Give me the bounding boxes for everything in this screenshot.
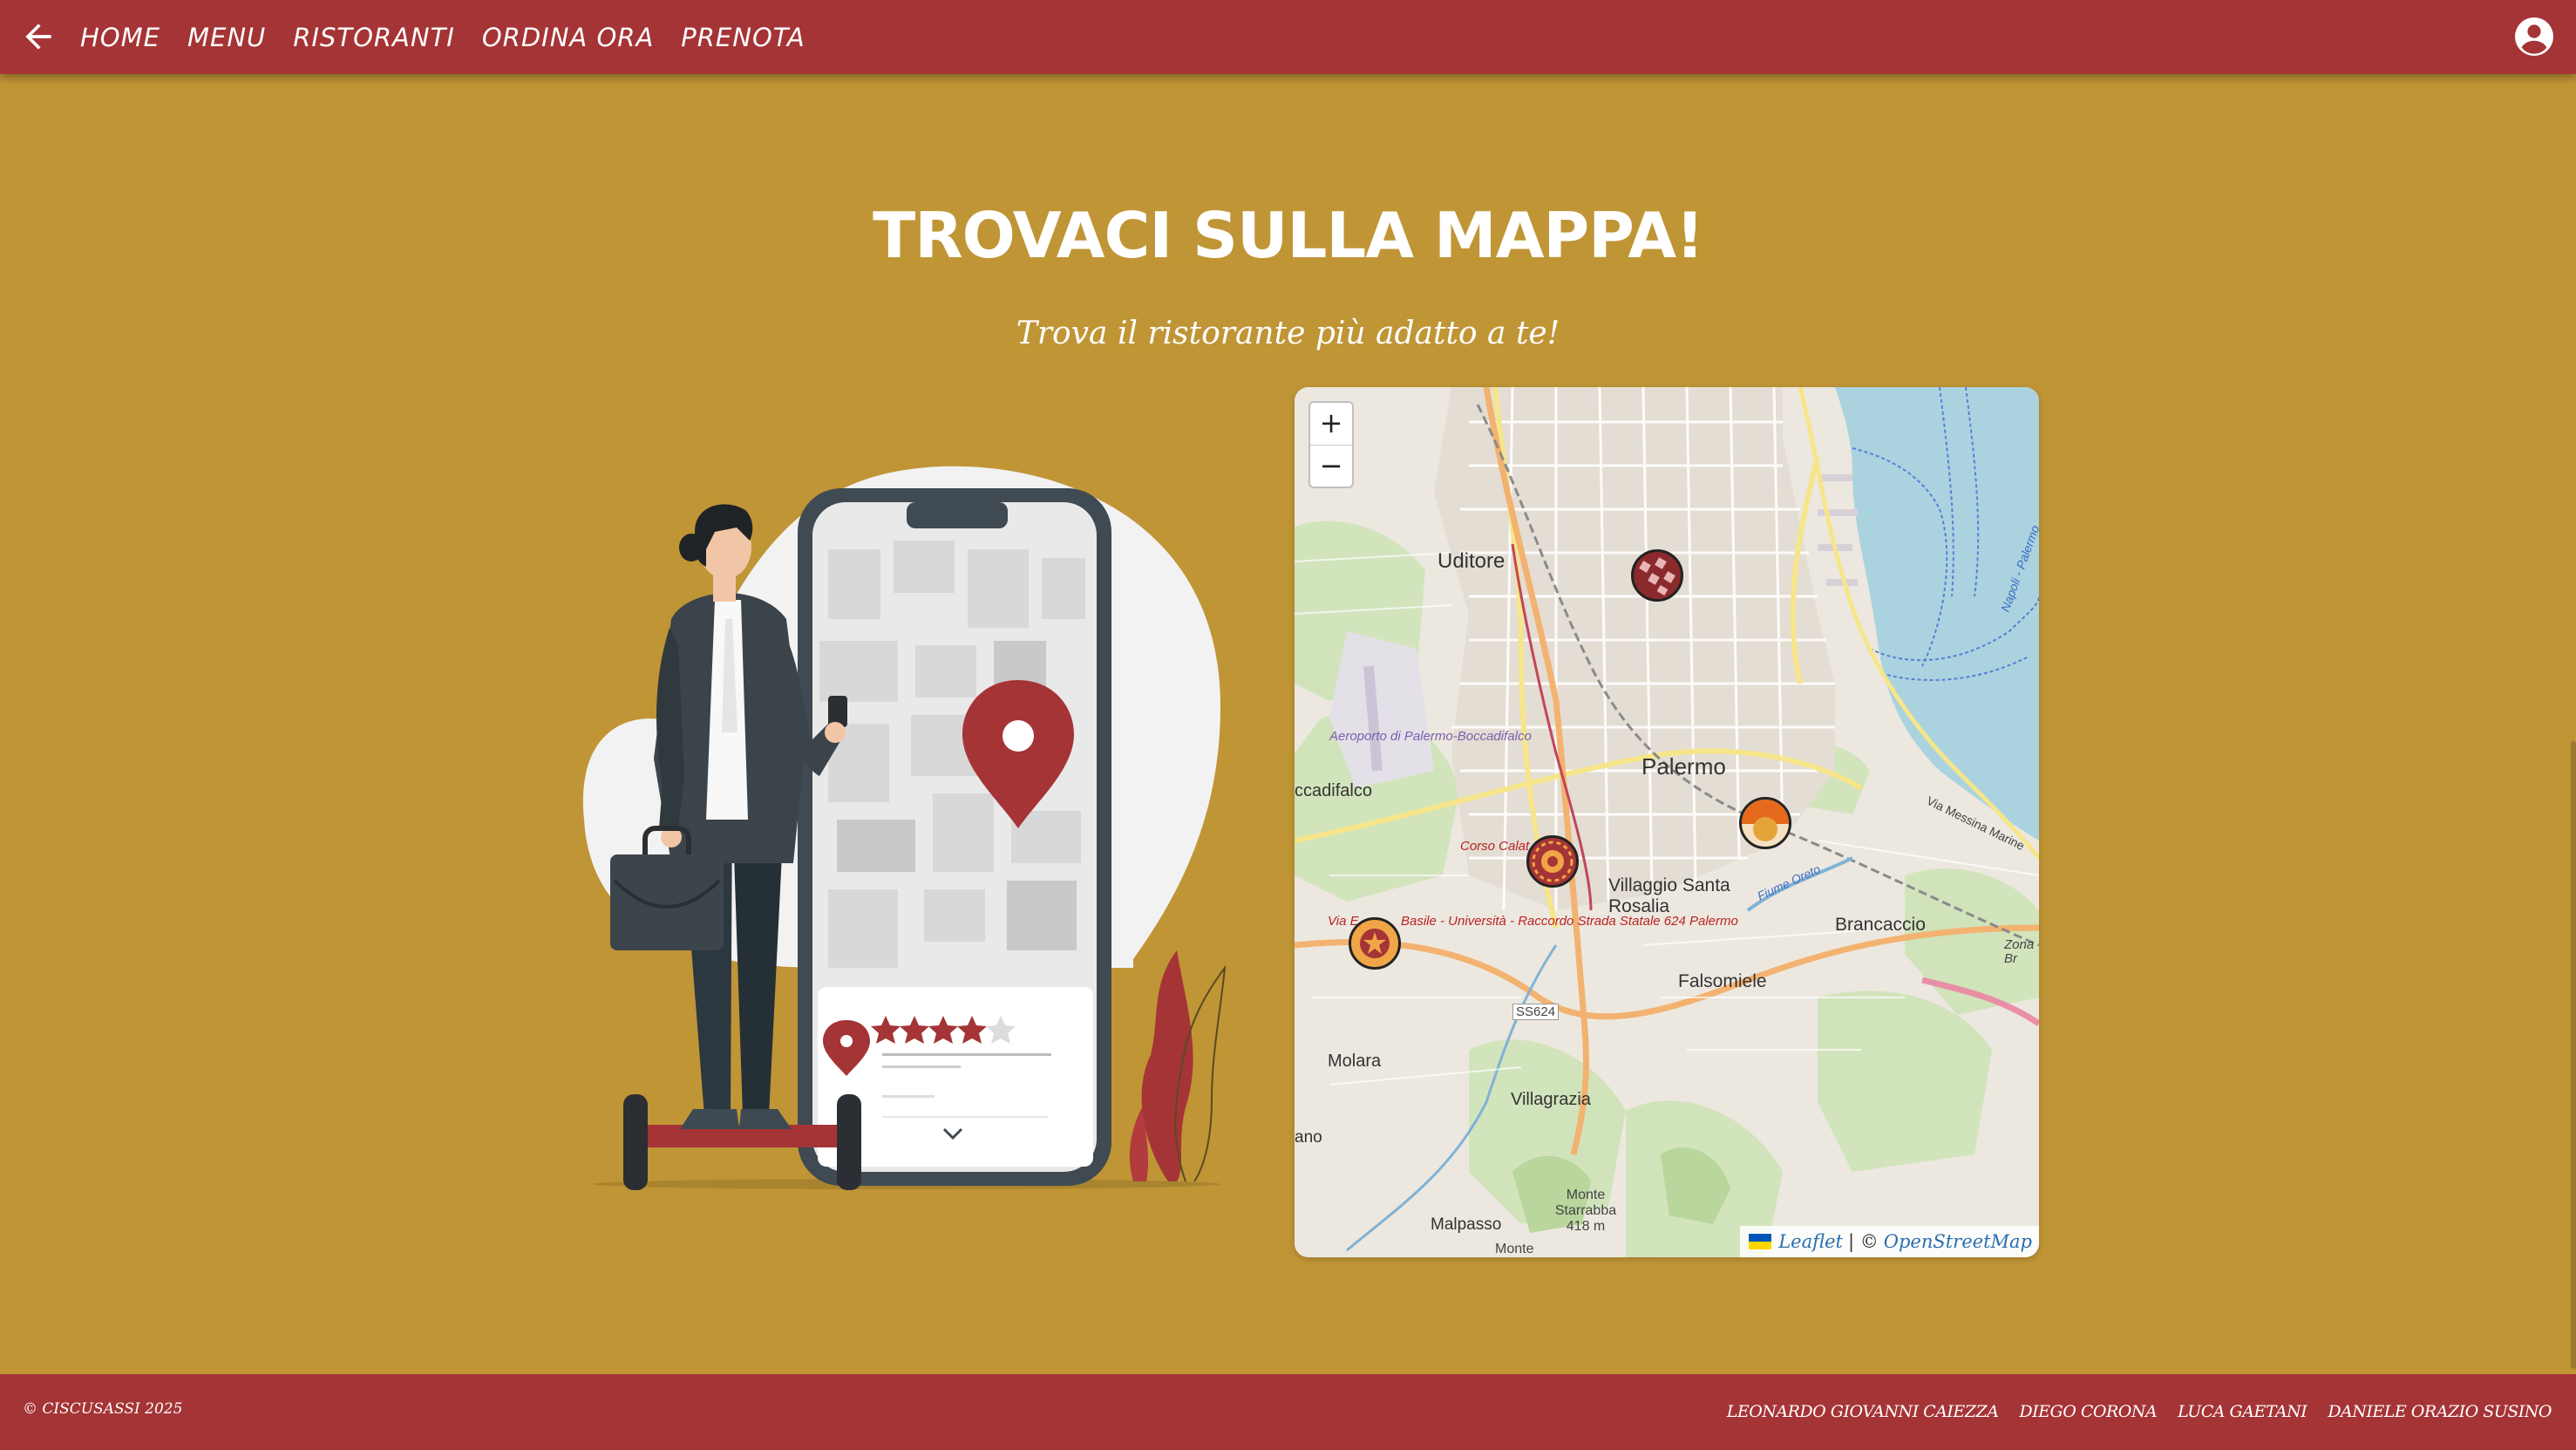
map-phone-illustration — [582, 466, 1227, 1190]
nav-link-ordina-ora[interactable]: ORDINA ORA — [482, 23, 654, 52]
footer: © CISCUSASSI 2025 LEONARDO GIOVANNI CAIE… — [0, 1374, 2576, 1450]
attribution-separator: | © — [1847, 1231, 1879, 1252]
author-link[interactable]: DANIELE ORAZIO SUSINO — [2328, 1402, 2552, 1421]
checker-marker-icon — [1639, 557, 1675, 596]
restaurant-marker[interactable] — [1526, 835, 1579, 888]
flower-marker-icon — [1532, 841, 1573, 882]
map-label-monte: Monte Starrabba 418 m — [1554, 1188, 1617, 1234]
map-label-ss624: SS624 — [1512, 1004, 1560, 1020]
map-label-uditore: Uditore — [1438, 549, 1505, 573]
map-label-monte2: Monte — [1495, 1242, 1534, 1256]
map-tiles — [1295, 387, 2039, 1257]
page-subtitle: Trova il ristorante più adatto a te! — [1016, 316, 1560, 351]
ukraine-flag-icon — [1749, 1234, 1772, 1249]
map-label-ano: ano — [1295, 1128, 1322, 1147]
openstreetmap-link[interactable]: OpenStreetMap — [1884, 1226, 2032, 1257]
map-attribution: Leaflet | © OpenStreetMap — [1740, 1226, 2039, 1257]
map-label-brancaccio: Brancaccio — [1835, 915, 1926, 935]
author-link[interactable]: DIEGO CORONA — [2019, 1402, 2157, 1421]
map-label-malpasso: Malpasso — [1431, 1215, 1502, 1234]
map-label-raccordo: Basile - Università - Raccordo Strada St… — [1401, 914, 1738, 929]
top-navbar: HOME MENU RISTORANTI ORDINA ORA PRENOTA — [0, 0, 2576, 74]
nav-link-menu[interactable]: MENU — [187, 23, 266, 52]
zoom-control: + − — [1308, 401, 1354, 488]
nav-link-ristoranti[interactable]: RISTORANTI — [293, 23, 455, 52]
copyright-text: © CISCUSASSI 2025 — [23, 1400, 183, 1418]
map-label-palermo: Palermo — [1641, 753, 1726, 779]
author-link[interactable]: LUCA GAETANI — [2178, 1402, 2308, 1421]
page-title: TROVACI SULLA MAPPA! — [873, 199, 1704, 272]
leaflet-link[interactable]: Leaflet — [1778, 1226, 1843, 1257]
zoom-out-button[interactable]: − — [1310, 446, 1352, 487]
account-circle-icon[interactable] — [2513, 16, 2555, 58]
zoom-in-button[interactable]: + — [1310, 403, 1352, 446]
restaurant-map[interactable]: Uditore Palermo Aeroporto di Palermo-Boc… — [1295, 387, 2039, 1257]
map-label-corso: Corso Calat — [1460, 839, 1530, 854]
restaurant-marker[interactable] — [1349, 917, 1401, 970]
nav-link-home[interactable]: HOME — [80, 23, 160, 52]
restaurant-marker[interactable] — [1631, 549, 1683, 602]
star-marker-icon — [1360, 929, 1390, 958]
author-link[interactable]: LEONARDO GIOVANNI CAIEZZA — [1727, 1402, 1999, 1421]
map-label-falsomiele: Falsomiele — [1678, 971, 1767, 991]
map-label-villaggio: Villaggio Santa Rosalia — [1608, 875, 1730, 916]
scrollbar[interactable] — [2571, 741, 2576, 1369]
map-label-zona: Zona Br — [2004, 937, 2035, 966]
author-list: LEONARDO GIOVANNI CAIEZZA DIEGO CORONA L… — [1706, 1402, 2552, 1421]
map-label-airport: Aeroporto di Palermo-Boccadifalco — [1329, 729, 1532, 745]
nav-link-prenota[interactable]: PRENOTA — [681, 23, 805, 52]
restaurant-marker[interactable] — [1739, 797, 1791, 849]
map-label-molara: Molara — [1328, 1052, 1382, 1071]
nav-links: HOME MENU RISTORANTI ORDINA ORA PRENOTA — [80, 0, 833, 74]
sun-marker-icon — [1742, 800, 1789, 841]
map-label-boccadifalco: ccadifalco — [1295, 781, 1372, 800]
arrow-left-icon[interactable] — [19, 17, 58, 56]
map-label-villagrazia: Villagrazia — [1511, 1090, 1591, 1109]
